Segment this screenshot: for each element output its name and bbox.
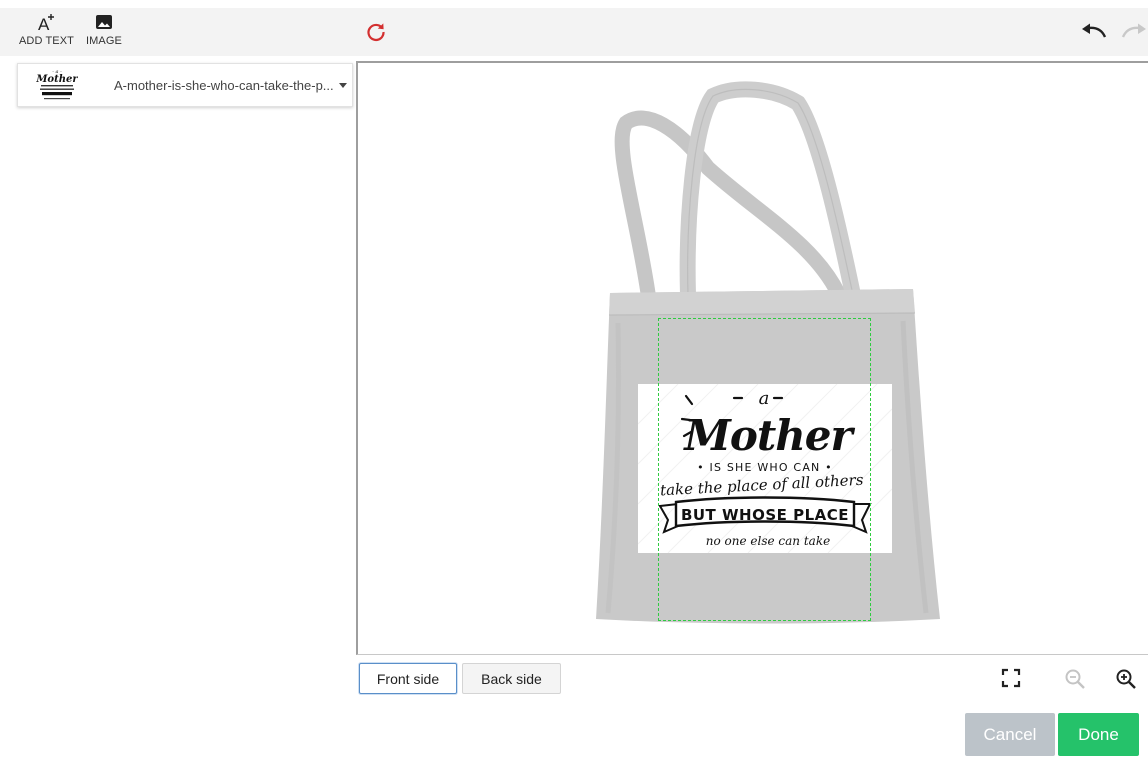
design-line-5: BUT WHOSE PLACE [681, 506, 849, 524]
svg-text:Mother: Mother [36, 74, 78, 85]
design-line-1: a [759, 388, 770, 409]
zoom-out-icon [1065, 669, 1085, 689]
image-icon [95, 15, 112, 29]
reset-icon[interactable] [364, 20, 388, 44]
undo-icon[interactable] [1080, 22, 1108, 42]
back-side-button[interactable]: Back side [462, 663, 561, 694]
tote-bag-image [596, 81, 940, 624]
layer-thumbnail: - a - Mother [36, 67, 78, 103]
design-line-2: Mother [682, 411, 855, 460]
design-line-4: take the place of all others [660, 471, 865, 500]
redo-icon [1121, 23, 1146, 38]
done-button[interactable]: Done [1058, 713, 1139, 756]
fullscreen-icon[interactable] [1001, 668, 1021, 688]
design-line-3: • IS SHE WHO CAN • [697, 461, 833, 474]
add-text-button[interactable]: A ADD TEXT [19, 12, 74, 47]
image-button[interactable]: IMAGE [86, 12, 122, 47]
add-text-label: ADD TEXT [19, 35, 74, 47]
top-toolbar: A ADD TEXT IMAGE [0, 8, 1148, 56]
design-line-6: no one else can take [706, 534, 830, 548]
design-canvas[interactable]: a Mother • IS SHE WHO CAN • take the pla… [356, 61, 1148, 655]
image-label: IMAGE [86, 35, 122, 47]
layer-dropdown-icon[interactable] [339, 83, 347, 88]
cancel-button[interactable]: Cancel [965, 713, 1055, 756]
add-text-icon: A [38, 14, 54, 32]
front-side-button[interactable]: Front side [359, 663, 457, 694]
layer-item[interactable]: - a - Mother A-mother-is-she-who-can-tak… [17, 63, 353, 107]
design-artwork[interactable]: a Mother • IS SHE WHO CAN • take the pla… [638, 384, 892, 553]
zoom-in-icon[interactable] [1115, 668, 1137, 690]
layer-name: A-mother-is-she-who-can-take-the-p... [114, 77, 334, 93]
